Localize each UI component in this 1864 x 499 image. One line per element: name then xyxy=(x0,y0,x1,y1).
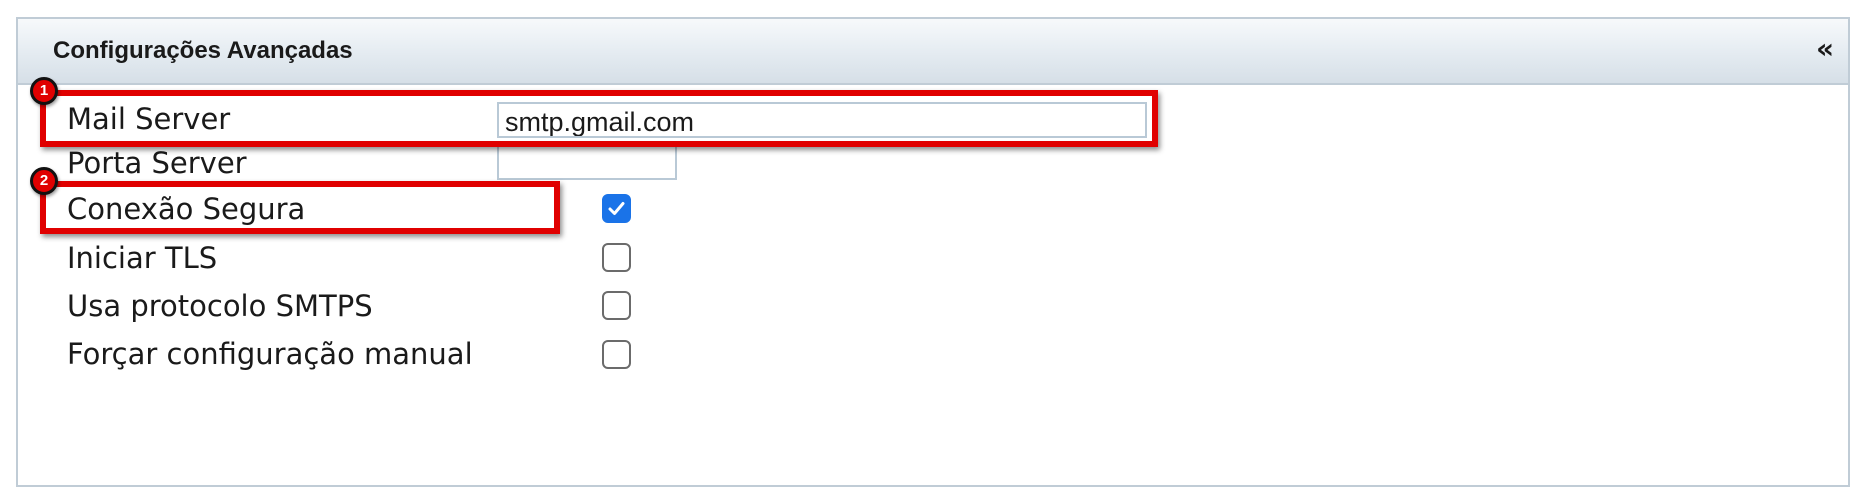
iniciar-tls-label: Iniciar TLS xyxy=(67,241,218,275)
mail-server-label: Mail Server xyxy=(67,102,231,136)
advanced-settings-panel: Configurações Avançadas « xyxy=(16,17,1850,487)
conexao-segura-checkbox[interactable] xyxy=(602,194,631,223)
checkmark-icon xyxy=(608,202,625,215)
collapse-icon[interactable]: « xyxy=(1812,32,1838,66)
forcar-manual-label: Forçar configuração manual xyxy=(67,337,473,371)
annotation-marker-2: 2 xyxy=(30,167,58,195)
mail-server-input[interactable]: smtp.gmail.com xyxy=(497,102,1147,138)
panel-title: Configurações Avançadas xyxy=(53,37,353,64)
porta-server-input[interactable] xyxy=(497,145,677,180)
annotation-marker-1: 1 xyxy=(30,77,58,105)
smtps-checkbox[interactable] xyxy=(602,291,631,320)
conexao-segura-label: Conexão Segura xyxy=(67,192,306,226)
smtps-label: Usa protocolo SMTPS xyxy=(67,289,373,323)
panel-header: Configurações Avançadas « xyxy=(18,19,1848,85)
iniciar-tls-checkbox[interactable] xyxy=(602,243,631,272)
porta-server-label: Porta Server xyxy=(67,146,247,180)
forcar-manual-checkbox[interactable] xyxy=(602,340,631,369)
